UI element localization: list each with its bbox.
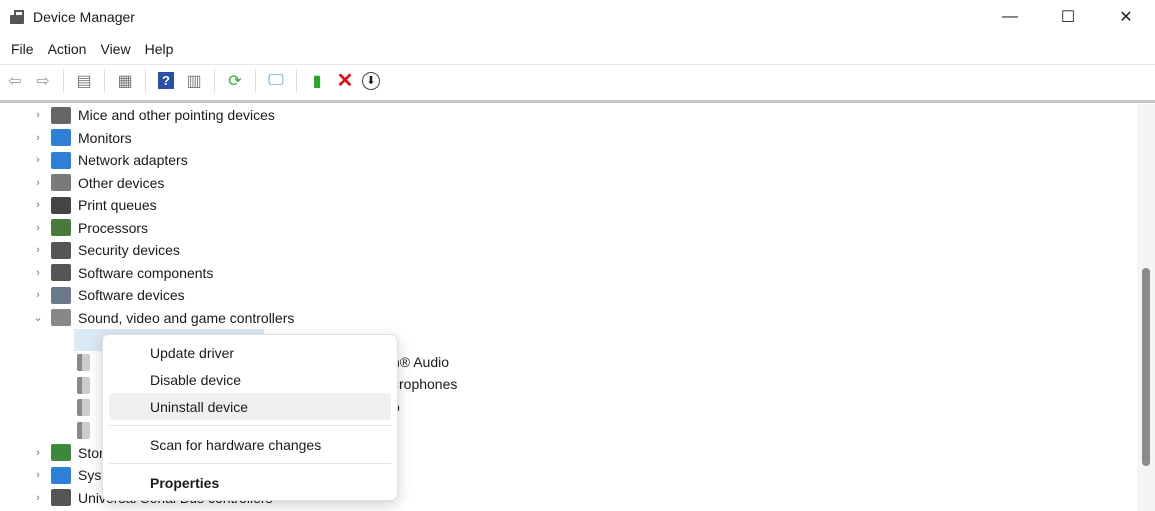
tree-item[interactable]: › Software devices: [0, 284, 185, 306]
tree-item-label: Other devices: [78, 174, 165, 191]
uninstall-icon[interactable]: ✕: [334, 70, 356, 92]
chevron-right-icon[interactable]: ›: [31, 109, 45, 121]
audio-device-item[interactable]: [77, 397, 97, 419]
menu-file[interactable]: File: [4, 38, 41, 62]
chevron-right-icon[interactable]: ›: [31, 199, 45, 211]
tree-item[interactable]: › Software components: [0, 262, 213, 284]
divider: [109, 463, 391, 464]
divider: [296, 68, 297, 93]
storage-icon: [51, 444, 71, 461]
divider: [214, 68, 215, 93]
tree-item-label: Security devices: [78, 242, 180, 258]
printer-icon: [51, 196, 71, 214]
vertical-scrollbar[interactable]: [1137, 104, 1155, 511]
tree-item-label: Software components: [78, 264, 214, 281]
tree-item-label: Stor: [78, 444, 104, 461]
toolbar: ⇦ ⇨ ▤ ▦ ? ▥ ⟳ 🖵 ▮ ✕ ⬇: [0, 64, 1155, 96]
divider: [104, 68, 105, 93]
divider: [145, 68, 146, 93]
chevron-right-icon[interactable]: ›: [31, 447, 45, 459]
back-icon[interactable]: ⇦: [4, 70, 26, 92]
software-components-icon: [51, 264, 71, 281]
console-tree-icon[interactable]: ▤: [73, 70, 95, 92]
chevron-right-icon[interactable]: ›: [31, 154, 45, 166]
tree-item[interactable]: › Processors: [0, 217, 148, 239]
tree-item[interactable]: › Other devices: [0, 172, 164, 194]
disable-icon[interactable]: ⬇: [362, 71, 380, 90]
speaker-icon: [77, 399, 90, 416]
menu-view[interactable]: View: [93, 38, 137, 62]
tree-item-label: Processors: [78, 219, 149, 236]
divider: [0, 100, 1155, 103]
chevron-right-icon[interactable]: ›: [31, 289, 45, 301]
speaker-icon: [51, 309, 71, 326]
menu-help[interactable]: Help: [138, 38, 181, 62]
forward-icon[interactable]: ⇨: [32, 70, 54, 92]
action-pane-icon[interactable]: ▥: [183, 70, 205, 92]
divider: [255, 68, 256, 93]
help-icon[interactable]: ?: [155, 70, 177, 92]
audio-device-item[interactable]: [77, 374, 97, 396]
chevron-right-icon[interactable]: ›: [31, 492, 45, 504]
tree-item[interactable]: › Print queues: [0, 194, 157, 216]
audio-device-item[interactable]: [77, 352, 97, 374]
title-bar: Device Manager — ☐ ✕: [0, 0, 1155, 34]
processor-icon: [51, 219, 71, 236]
menu-item-scan-hardware[interactable]: Scan for hardware changes: [109, 431, 391, 458]
monitor-icon: [51, 129, 71, 146]
security-icon: [51, 241, 71, 259]
tree-item-label: Software devices: [78, 287, 185, 303]
chevron-right-icon[interactable]: ›: [31, 244, 45, 256]
chevron-right-icon[interactable]: ›: [31, 267, 45, 279]
chevron-right-icon[interactable]: ›: [31, 132, 45, 144]
speaker-icon: [77, 354, 90, 371]
tree-item-label: Network adapters: [78, 152, 188, 168]
menu-item-uninstall-device[interactable]: Uninstall device: [109, 393, 391, 420]
tree-item[interactable]: › Mice and other pointing devices: [0, 104, 275, 126]
update-driver-icon[interactable]: ⟳: [224, 70, 246, 92]
software-devices-icon: [51, 286, 71, 304]
audio-device-item[interactable]: [77, 419, 97, 441]
device-manager-icon: [9, 9, 25, 25]
chevron-right-icon[interactable]: ›: [31, 469, 45, 481]
menu-item-properties[interactable]: Properties: [109, 469, 391, 496]
menu-action[interactable]: Action: [41, 38, 94, 62]
mouse-icon: [51, 106, 71, 124]
chevron-right-icon[interactable]: ›: [31, 177, 45, 189]
tree-item[interactable]: › Security devices: [0, 239, 180, 261]
chevron-down-icon[interactable]: ⌄: [31, 311, 45, 324]
network-icon: [51, 151, 71, 169]
scan-hardware-icon[interactable]: 🖵: [265, 70, 287, 92]
tree-item[interactable]: › Network adapters: [0, 149, 188, 171]
divider: [63, 68, 64, 93]
menu-item-update-driver[interactable]: Update driver: [109, 339, 391, 366]
tree-item-label: Print queues: [78, 197, 157, 213]
menu-item-disable-device[interactable]: Disable device: [109, 366, 391, 393]
usb-icon: [51, 489, 71, 506]
device-label-fragment: n® Audio: [392, 353, 450, 370]
speaker-icon: [77, 421, 90, 439]
divider: [109, 425, 391, 426]
scrollbar-thumb[interactable]: [1142, 268, 1150, 466]
tree-item-label: Sound, video and game controllers: [78, 309, 295, 326]
tree-item[interactable]: › Stor: [0, 442, 104, 464]
tree-item[interactable]: › Monitors: [0, 127, 132, 149]
chevron-right-icon[interactable]: ›: [31, 222, 45, 234]
system-icon: [51, 466, 71, 484]
maximize-button[interactable]: ☐: [1039, 0, 1097, 34]
menu-bar: File Action View Help: [0, 38, 1155, 62]
speaker-icon: [77, 376, 90, 394]
add-driver-icon[interactable]: ▮: [306, 70, 328, 92]
minimize-button[interactable]: —: [981, 0, 1039, 34]
window-title: Device Manager: [33, 9, 135, 25]
tree-item[interactable]: ⌄ Sound, video and game controllers: [0, 307, 294, 329]
tree-item[interactable]: › Syst: [0, 464, 105, 486]
context-menu: Update driver Disable device Uninstall d…: [102, 334, 398, 501]
other-devices-icon: [51, 174, 71, 191]
device-label-fragment: crophones: [392, 376, 458, 392]
tree-item-label: Mice and other pointing devices: [78, 107, 275, 123]
properties-icon[interactable]: ▦: [114, 70, 136, 92]
tree-item-label: Monitors: [78, 129, 132, 146]
close-button[interactable]: ✕: [1097, 0, 1155, 34]
